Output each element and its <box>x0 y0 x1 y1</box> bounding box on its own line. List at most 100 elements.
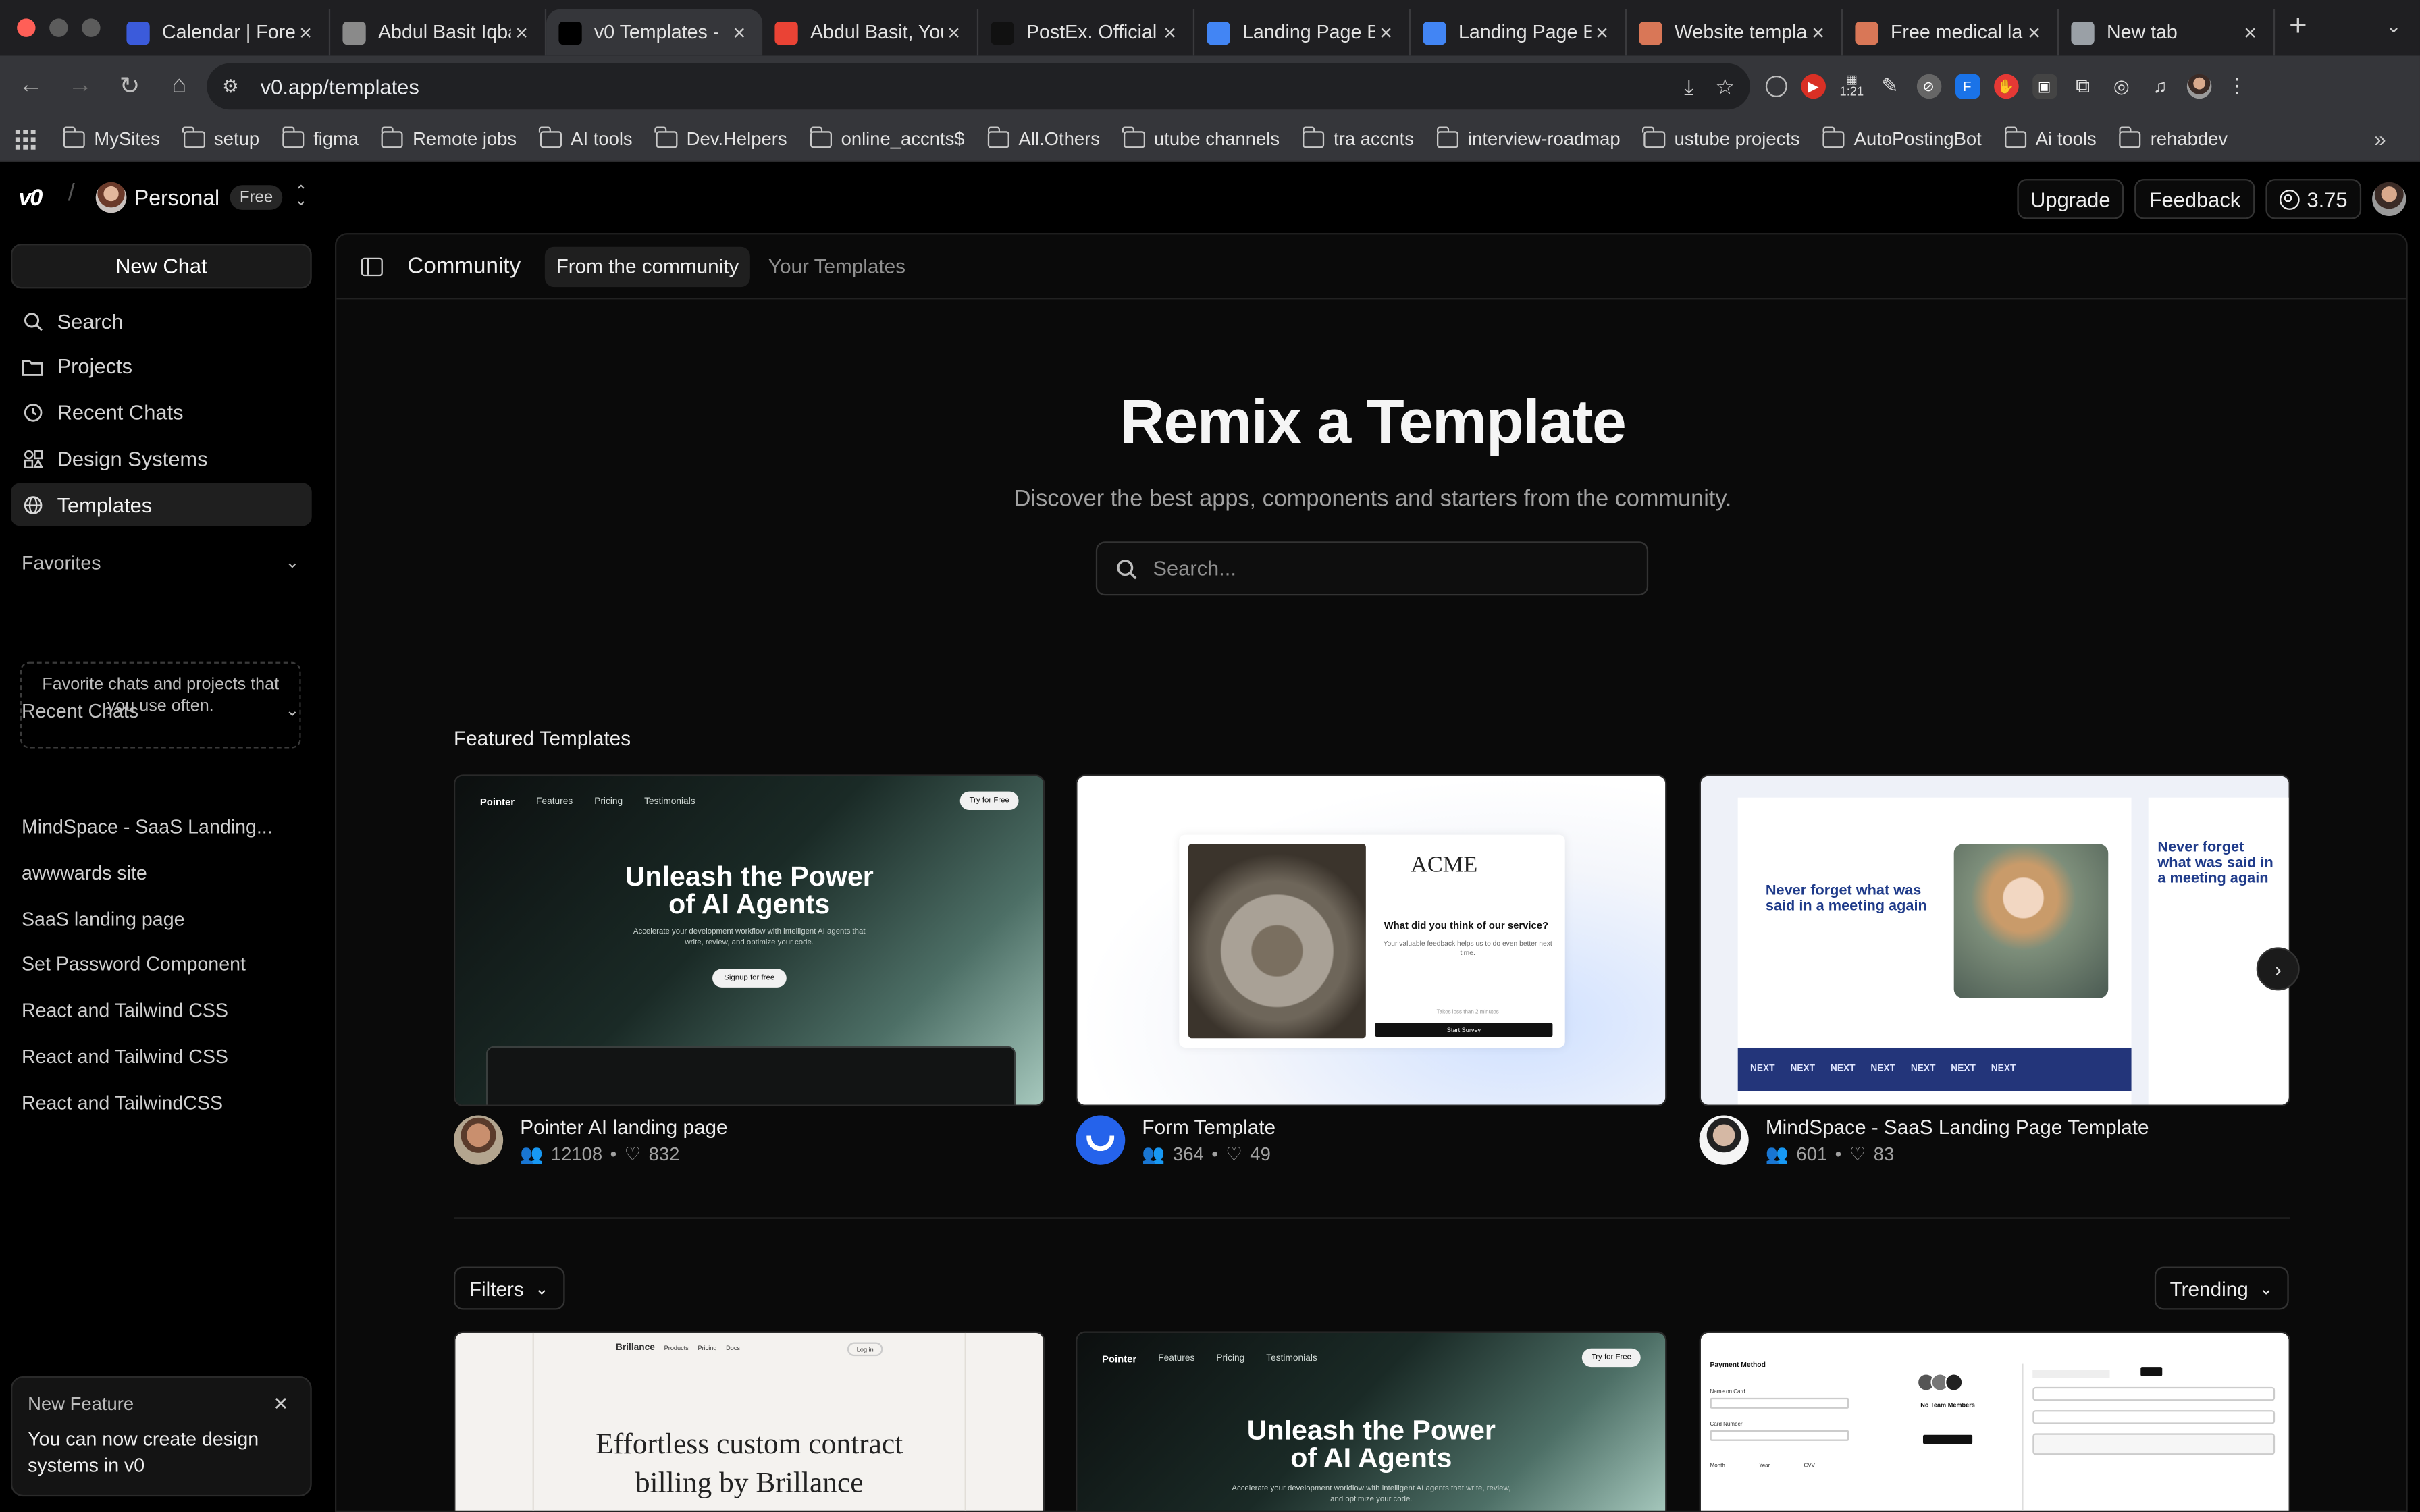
credits-button[interactable]: 3.75 <box>2265 179 2362 219</box>
extension-swirl-icon[interactable]: ◎ <box>2109 74 2134 99</box>
bookmark-folder[interactable]: AutoPostingBot <box>1822 126 1982 150</box>
tab-your-templates[interactable]: Your Templates <box>758 246 916 286</box>
browser-tab[interactable]: v0 Templates - × <box>546 9 763 56</box>
template-name[interactable]: Pointer AI landing page <box>520 1116 727 1139</box>
browser-tab[interactable]: Calendar | Forem× <box>114 9 331 56</box>
bookmark-folder[interactable]: interview-roadmap <box>1436 126 1621 150</box>
bookmark-folder[interactable]: setup <box>182 126 259 150</box>
browser-tab[interactable]: Abdul Basit Iqbal × <box>330 9 547 56</box>
maximize-window-button[interactable] <box>82 18 101 37</box>
extension-qr-icon[interactable]: ▣ <box>2032 74 2057 99</box>
tab-from-community[interactable]: From the community <box>545 246 750 286</box>
browser-menu-icon[interactable]: ⋮ <box>2225 74 2250 99</box>
close-tab-icon[interactable]: × <box>943 20 965 45</box>
extension-play-icon[interactable]: ▶ <box>1801 74 1826 99</box>
bookmark-star-icon[interactable]: ☆ <box>1715 74 1735 100</box>
close-tab-icon[interactable]: × <box>729 20 750 45</box>
browser-tab[interactable]: Free medical la × <box>1843 9 2059 56</box>
bookmark-folder[interactable]: ustube projects <box>1642 126 1800 150</box>
tab-search-chevron-icon[interactable]: ⌄ <box>2386 16 2402 37</box>
sidebar-item-templates[interactable]: Templates <box>10 483 312 526</box>
template-card[interactable]: Brillance Products Pricing Docs Log in E… <box>453 1331 1045 1511</box>
author-avatar[interactable] <box>453 1115 504 1165</box>
extensions-puzzle-icon[interactable]: ⧉ <box>2070 74 2095 99</box>
template-name[interactable]: MindSpace - SaaS Landing Page Template <box>1766 1116 2149 1139</box>
recent-chat-item[interactable]: awwwards site <box>22 862 299 908</box>
extension-eyedropper-icon[interactable]: ✎ <box>1878 74 1903 99</box>
minimize-window-button[interactable] <box>49 18 68 37</box>
bookmark-folder[interactable]: MySites <box>62 126 160 150</box>
template-thumbnail[interactable]: Never forget what was said in a meeting … <box>1699 774 2290 1106</box>
close-tab-icon[interactable]: × <box>1159 20 1181 45</box>
close-window-button[interactable] <box>17 18 36 37</box>
search-input[interactable] <box>1153 557 1647 580</box>
close-tab-icon[interactable]: × <box>1808 20 1829 45</box>
new-tab-button[interactable]: + <box>2275 5 2321 51</box>
template-card[interactable]: Payment Method Name on Card Card Number … <box>1699 1331 2290 1511</box>
sidebar-item-recent-chats[interactable]: Recent Chats <box>11 392 312 435</box>
recent-chat-item[interactable]: SaaS landing page <box>22 908 299 954</box>
browser-tab[interactable]: PostEx. Official × <box>978 9 1195 56</box>
browser-tab[interactable]: Abdul Basit, You × <box>762 9 979 56</box>
extension-record-icon[interactable] <box>1765 75 1787 97</box>
workspace-switcher[interactable]: Personal Free ⌃ ⌄ <box>95 182 307 213</box>
template-name[interactable]: Form Template <box>1142 1116 1275 1139</box>
reload-button[interactable]: ↻ <box>105 71 154 102</box>
bookmark-folder[interactable]: Remote jobs <box>381 126 517 150</box>
extension-fonts-icon[interactable]: F <box>1955 74 1980 99</box>
filters-button[interactable]: Filters ⌄ <box>453 1266 564 1310</box>
user-avatar[interactable] <box>2372 182 2406 216</box>
extension-stop-icon[interactable]: ✋ <box>1993 74 2018 99</box>
author-avatar[interactable] <box>1699 1115 1749 1165</box>
template-search[interactable] <box>1095 541 1649 596</box>
browser-tab[interactable]: New tab × <box>2059 9 2276 56</box>
feedback-button[interactable]: Feedback <box>2135 179 2255 219</box>
close-tab-icon[interactable]: × <box>1375 20 1397 45</box>
profile-avatar[interactable] <box>2186 74 2211 99</box>
bookmark-folder[interactable]: utube channels <box>1122 126 1280 150</box>
home-button[interactable]: ⌂ <box>155 72 204 100</box>
toggle-sidebar-icon[interactable] <box>361 256 383 275</box>
sidebar-item-design-systems[interactable]: Design Systems <box>11 437 312 481</box>
template-card[interactable]: Pointer Features Pricing Testimonials Try f… <box>453 774 1045 1170</box>
close-tab-icon[interactable]: × <box>2024 20 2045 45</box>
bookmark-folder[interactable]: Dev.Helpers <box>655 126 787 150</box>
site-info-icon[interactable]: ⚙ <box>222 76 239 97</box>
bookmark-folder[interactable]: online_accnts$ <box>809 126 965 150</box>
apps-grid-icon[interactable] <box>15 128 36 149</box>
more-bookmarks-icon[interactable]: » <box>2374 126 2386 151</box>
back-button[interactable]: ← <box>6 72 55 100</box>
close-tab-icon[interactable]: × <box>511 20 533 45</box>
bookmark-folder[interactable]: rehabdev <box>2119 126 2228 150</box>
favorites-header[interactable]: Favorites ⌄ <box>22 552 299 574</box>
recent-chats-header[interactable]: Recent Chats ⌄ <box>22 701 299 722</box>
sort-select[interactable]: Trending ⌄ <box>2154 1266 2289 1310</box>
v0-logo[interactable]: v0 <box>18 185 43 211</box>
close-tab-icon[interactable]: × <box>1592 20 1613 45</box>
address-bar[interactable]: ⚙ v0.app/templates ⤓ ☆ <box>207 63 1750 110</box>
bookmark-folder[interactable]: Ai tools <box>2004 126 2097 150</box>
bookmark-folder[interactable]: AI tools <box>539 126 633 150</box>
bookmark-folder[interactable]: tra accnts <box>1302 126 1414 150</box>
browser-tab[interactable]: Landing Page B × <box>1411 9 1627 56</box>
install-app-icon[interactable]: ⤓ <box>1684 74 1693 100</box>
recent-chat-item[interactable]: Set Password Component <box>22 954 299 1000</box>
sidebar-item-search[interactable]: Search <box>11 299 312 342</box>
extension-blocked-icon[interactable]: ⊘ <box>1916 74 1941 99</box>
template-thumbnail[interactable]: Pointer Features Pricing Testimonials Try f… <box>453 774 1045 1106</box>
template-card[interactable]: ACME What did you think of our service? … <box>1076 774 1667 1170</box>
sidebar-item-projects[interactable]: Projects <box>11 346 312 389</box>
recent-chat-item[interactable]: React and Tailwind CSS <box>22 1046 299 1092</box>
template-card[interactable]: Never forget what was said in a meeting … <box>1699 774 2290 1170</box>
browser-tab[interactable]: Website templa × <box>1627 9 1843 56</box>
template-thumbnail[interactable]: ACME What did you think of our service? … <box>1076 774 1667 1106</box>
recent-chat-item[interactable]: MindSpace - SaaS Landing... <box>22 816 299 862</box>
media-controls-icon[interactable]: ♫ <box>2148 74 2173 99</box>
carousel-next-button[interactable]: › <box>2256 947 2300 991</box>
template-card[interactable]: Pointer Features Pricing Testimonials Try f… <box>1076 1331 1667 1511</box>
recent-chat-item[interactable]: React and Tailwind CSS <box>22 1000 299 1046</box>
recent-chat-item[interactable]: React and TailwindCSS <box>22 1092 299 1138</box>
forward-button[interactable]: → <box>55 72 105 100</box>
close-tab-icon[interactable]: × <box>2240 20 2261 45</box>
author-avatar[interactable] <box>1076 1115 1126 1165</box>
